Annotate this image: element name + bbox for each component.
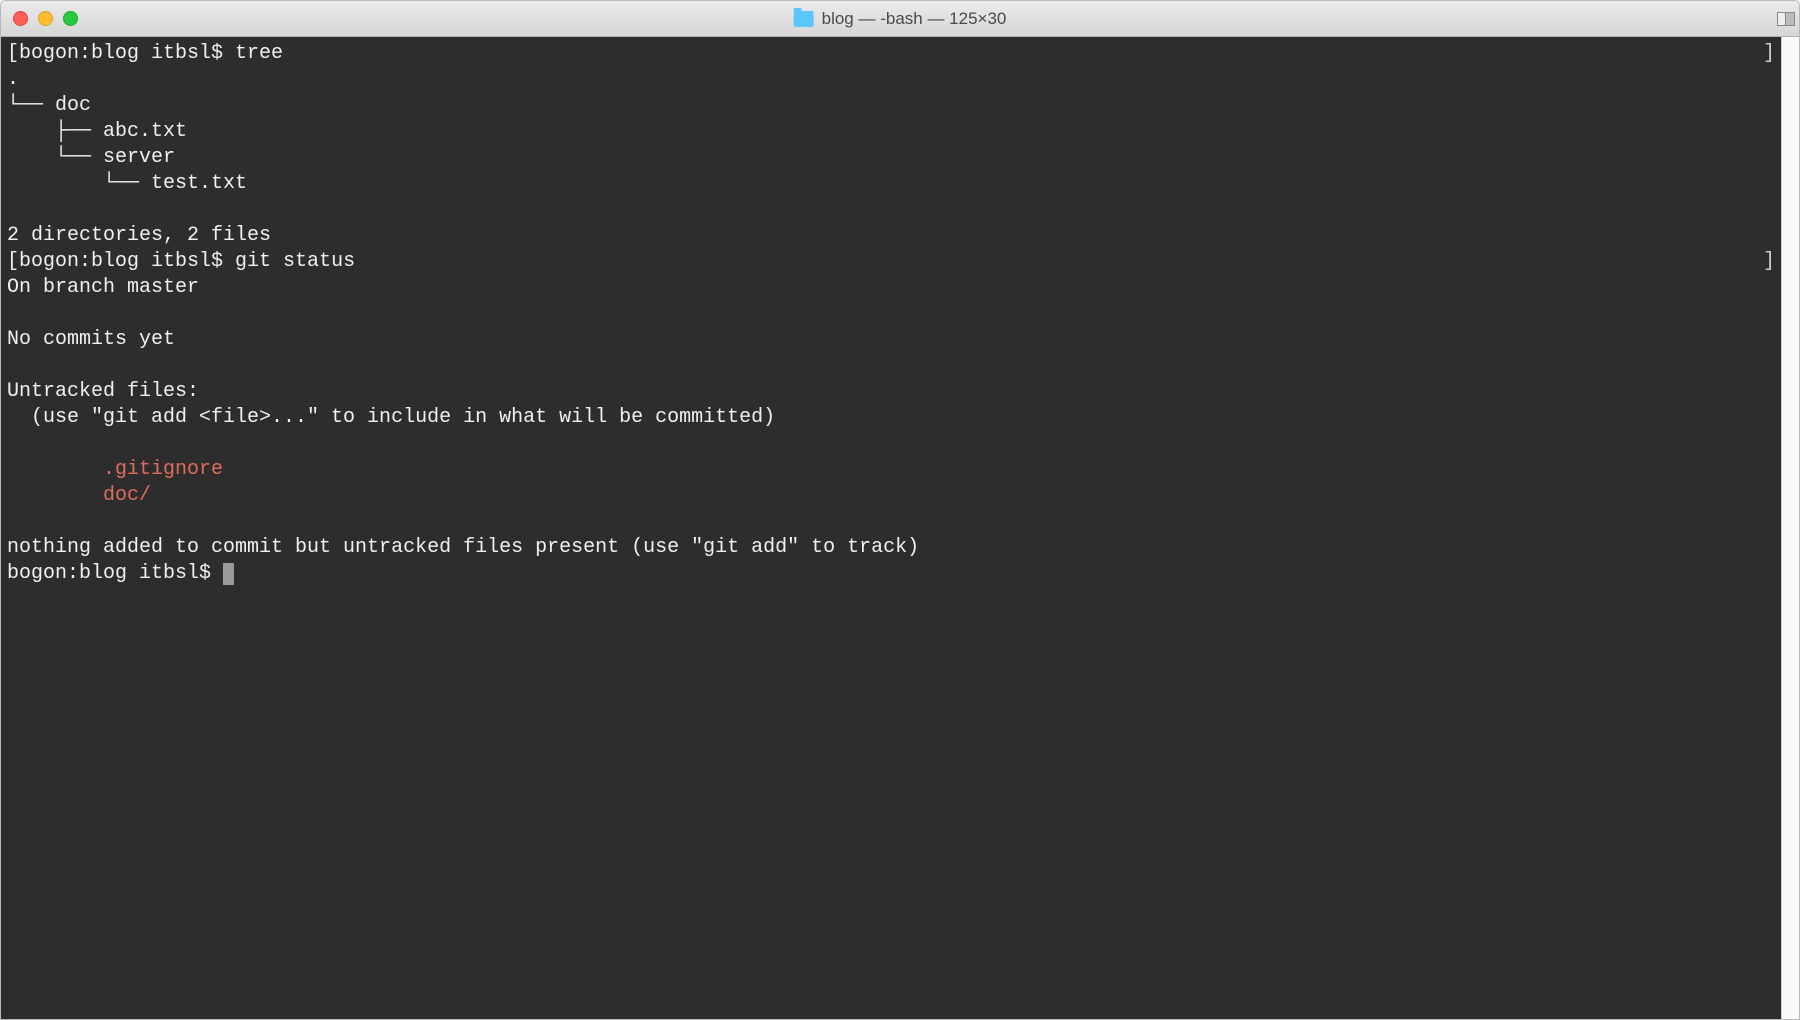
cursor-icon [223, 563, 234, 585]
git-untracked-file: doc/ [7, 484, 151, 507]
tree-output: └── server [7, 146, 175, 169]
terminal-area: ] [bogon:blog itbsl$ tree . └── doc ├── a… [1, 37, 1799, 1019]
git-output: nothing added to commit but untracked fi… [7, 536, 919, 559]
git-output: No commits yet [7, 328, 175, 351]
titlebar-corner-widget-icon[interactable] [1777, 12, 1795, 26]
close-icon[interactable] [13, 11, 28, 26]
window-title: blog — -bash — 125×30 [794, 9, 1007, 29]
command-text: git status [235, 250, 355, 273]
tree-summary: 2 directories, 2 files [7, 224, 271, 247]
git-output: On branch master [7, 276, 199, 299]
minimize-icon[interactable] [38, 11, 53, 26]
scrollbar[interactable] [1781, 37, 1799, 1019]
bracket-close: ] [1763, 249, 1775, 275]
zoom-icon[interactable] [63, 11, 78, 26]
tree-output: └── doc [7, 94, 91, 117]
command-text: tree [235, 42, 283, 65]
git-output: (use "git add <file>..." to include in w… [7, 406, 775, 429]
titlebar: blog — -bash — 125×30 [1, 1, 1799, 37]
prompt: [bogon:blog itbsl$ [7, 250, 235, 273]
prompt: [bogon:blog itbsl$ [7, 42, 235, 65]
prompt: bogon:blog itbsl$ [7, 562, 223, 585]
tree-output: └── test.txt [7, 172, 247, 195]
git-untracked-file: .gitignore [7, 458, 223, 481]
folder-icon [794, 11, 814, 27]
window-title-text: blog — -bash — 125×30 [822, 9, 1007, 29]
bracket-close: ] [1763, 41, 1775, 67]
tree-output: . [7, 68, 19, 91]
terminal-window: blog — -bash — 125×30 ] [bogon:blog itbsl… [0, 0, 1800, 1020]
traffic-lights [13, 11, 78, 26]
terminal[interactable]: ] [bogon:blog itbsl$ tree . └── doc ├── a… [1, 37, 1781, 1019]
git-output: Untracked files: [7, 380, 199, 403]
tree-output: ├── abc.txt [7, 120, 187, 143]
